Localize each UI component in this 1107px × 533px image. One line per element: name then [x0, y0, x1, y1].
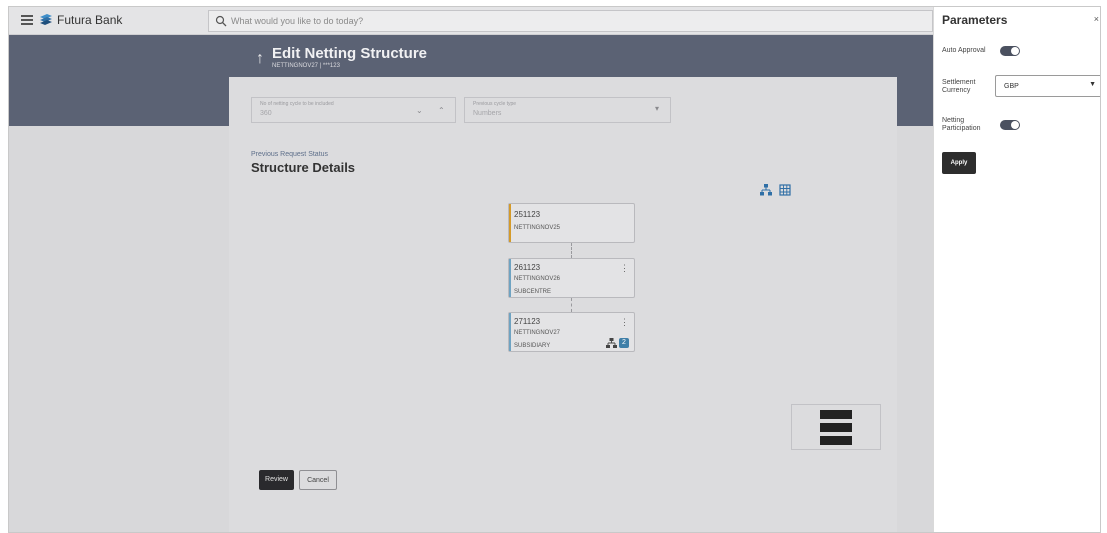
toggle-knob	[1011, 121, 1019, 129]
minimap[interactable]	[791, 404, 881, 450]
page-title: Edit Netting Structure	[272, 45, 428, 62]
search-icon	[215, 15, 227, 27]
toggle-knob	[1011, 47, 1019, 55]
settlement-currency-label-line1: Settlement	[942, 79, 976, 86]
hierarchy-view-icon[interactable]	[760, 184, 772, 196]
node-type: SUBSIDIARY	[514, 343, 551, 349]
bank-logo-icon	[40, 14, 52, 25]
main-content: ↑ Edit Netting Structure NETTINGNOV27 | …	[9, 35, 933, 532]
previous-request-status-link[interactable]: Previous Request Status	[251, 151, 328, 158]
netting-cycle-value: 360	[260, 110, 272, 117]
node-name: NETTINGNOV27	[514, 330, 561, 336]
node-accent	[509, 313, 511, 351]
more-options-icon[interactable]: ⋮	[620, 263, 629, 274]
node-id: 251123	[514, 210, 541, 219]
structure-node[interactable]: 271123 NETTINGNOV27 SUBSIDIARY ⋮ 2	[508, 312, 635, 352]
caret-down-icon[interactable]: ▾	[655, 104, 659, 113]
netting-participation-label-line1: Netting	[942, 117, 965, 124]
apply-button[interactable]: Apply	[942, 152, 976, 174]
page-subtitle: NETTINGNOV27 | ***123	[272, 63, 340, 69]
netting-cycle-label: No of netting cycle to be included	[260, 101, 334, 107]
view-toggle	[760, 184, 791, 196]
more-options-icon[interactable]: ⋮	[620, 317, 629, 328]
minimap-bar	[820, 436, 852, 445]
cycle-type-label: Previous cycle type	[473, 101, 517, 107]
caret-down-icon: ▼	[1089, 81, 1096, 88]
structure-node[interactable]: 251123 NETTINGNOV25	[508, 203, 635, 243]
hamburger-menu-icon[interactable]	[21, 15, 33, 25]
netting-cycle-dropdown[interactable]: No of netting cycle to be included 360 ⌄…	[251, 97, 456, 123]
search-input[interactable]: What would you like to do today?	[208, 10, 933, 32]
table-view-icon[interactable]	[779, 184, 791, 196]
review-button[interactable]: Review	[259, 470, 294, 490]
netting-participation-label: Netting Participation	[942, 117, 981, 133]
node-accent	[509, 259, 511, 297]
close-icon[interactable]: ×	[1094, 14, 1099, 24]
netting-participation-label-line2: Participation	[942, 125, 981, 132]
chevron-down-icon[interactable]: ⌄	[416, 106, 423, 115]
search-placeholder: What would you like to do today?	[231, 16, 364, 26]
auto-approval-toggle[interactable]	[1000, 46, 1020, 56]
netting-participation-toggle[interactable]	[1000, 120, 1020, 130]
settlement-currency-label-line2: Currency	[942, 87, 971, 94]
panel-title: Parameters	[942, 13, 1008, 27]
node-id: 271123	[514, 317, 541, 326]
settlement-currency-value: GBP	[1004, 83, 1019, 90]
app-frame: Futura Bank What would you like to do to…	[8, 6, 1101, 533]
minimap-bar	[820, 410, 852, 419]
node-id: 261123	[514, 263, 541, 272]
structure-card: No of netting cycle to be included 360 ⌄…	[229, 77, 897, 532]
section-title: Structure Details	[251, 160, 356, 175]
settlement-currency-select[interactable]: GBP ▼	[995, 75, 1100, 97]
chevron-up-icon[interactable]: ⌃	[438, 106, 445, 115]
cancel-button[interactable]: Cancel	[299, 470, 337, 490]
minimap-bar	[820, 423, 852, 432]
brand-name[interactable]: Futura Bank	[57, 13, 122, 27]
auto-approval-label: Auto Approval	[942, 47, 986, 54]
settlement-currency-label: Settlement Currency	[942, 79, 975, 95]
up-arrow-icon[interactable]: ↑	[256, 50, 264, 68]
children-count-badge[interactable]: 2	[619, 338, 629, 348]
cycle-type-value: Numbers	[473, 110, 502, 117]
parameters-panel: Parameters × Auto Approval Settlement Cu…	[933, 7, 1100, 532]
node-name: NETTINGNOV26	[514, 276, 561, 282]
node-connector	[571, 298, 572, 312]
node-name: NETTINGNOV25	[514, 225, 561, 231]
top-bar: Futura Bank What would you like to do to…	[9, 7, 933, 35]
cycle-type-dropdown[interactable]: Previous cycle type Numbers ▾	[464, 97, 671, 123]
node-connector	[571, 243, 572, 258]
hierarchy-icon[interactable]	[606, 338, 617, 348]
node-accent	[509, 204, 511, 242]
structure-node[interactable]: 261123 NETTINGNOV26 SUBCENTRE ⋮	[508, 258, 635, 298]
node-type: SUBCENTRE	[514, 289, 552, 295]
